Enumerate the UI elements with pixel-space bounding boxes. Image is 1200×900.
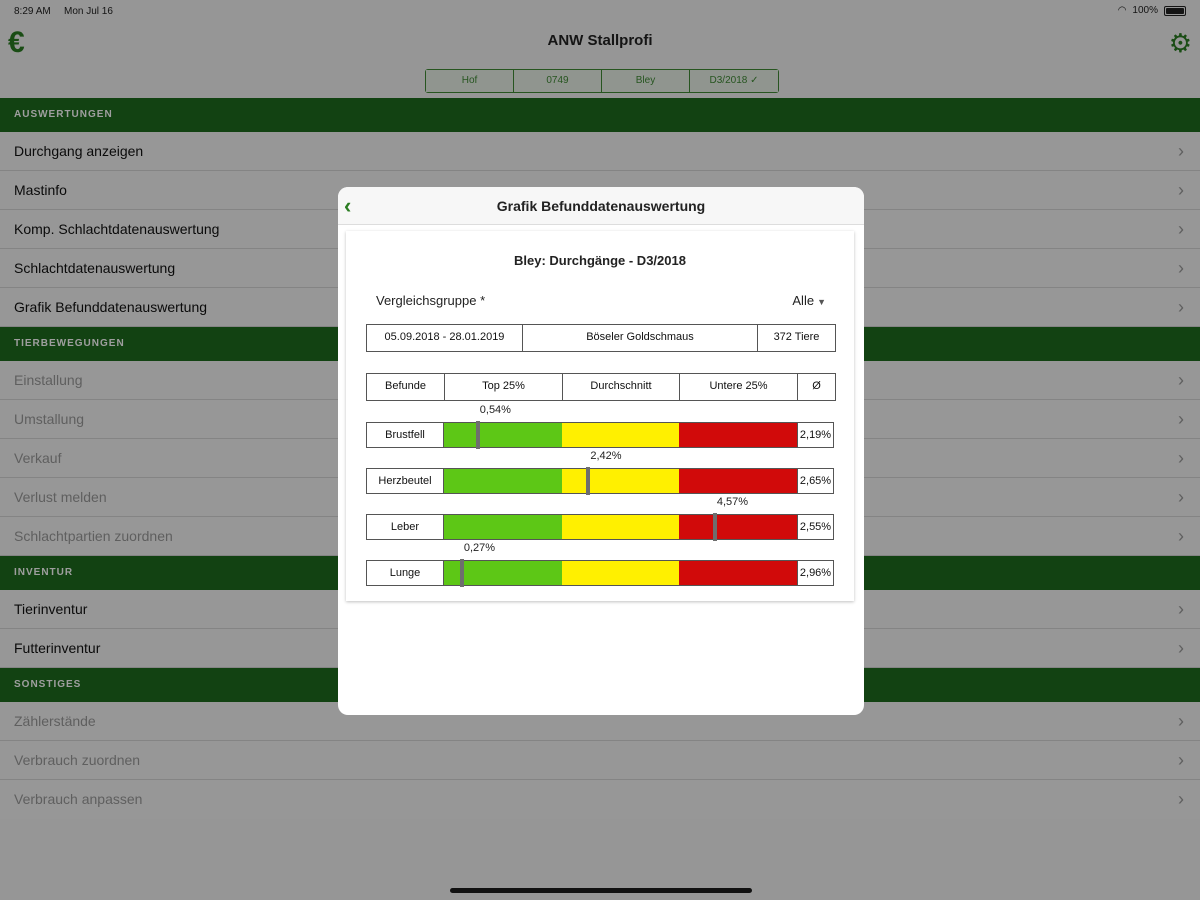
durchschnitt-segment [562,561,679,585]
col-avg: Ø [812,380,821,392]
durchschnitt-segment [562,515,679,539]
value-marker [459,559,464,587]
durchschnitt-segment [562,423,679,447]
befund-row: Herzbeutel 2,42% 2,65% [366,450,834,495]
value-marker [475,421,480,449]
vergleichsgruppe-select[interactable]: Alle ▼ [792,293,826,308]
col-durchschnitt: Durchschnitt [563,374,680,400]
befund-row: Leber 4,57% 2,55% [366,496,834,541]
col-untere25: Untere 25% [680,374,798,400]
value-label: 0,54% [479,404,511,416]
info-row: 05.09.2018 - 28.01.2019 Böseler Goldschm… [366,324,836,352]
befund-row: Lunge 0,27% 2,96% [366,542,834,587]
vergleichsgruppe-label: Vergleichsgruppe * [376,293,486,308]
befund-avg: 2,96% [797,561,833,585]
col-top25: Top 25% [445,374,563,400]
befund-avg: 2,19% [797,423,833,447]
grafik-modal: ‹ Grafik Befunddatenauswertung Bley: Dur… [338,187,864,715]
untere-25-segment [679,561,797,585]
col-befunde: Befunde [367,374,445,400]
info-group: Böseler Goldschmaus [523,325,758,351]
card-title: Bley: Durchgänge - D3/2018 [514,253,686,268]
modal-header: ‹ Grafik Befunddatenauswertung [338,187,864,225]
value-label: 4,57% [716,496,749,508]
modal-title: Grafik Befunddatenauswertung [496,198,706,214]
value-label: 2,42% [590,450,622,462]
untere-25-segment [679,423,797,447]
home-indicator[interactable] [450,888,752,893]
info-period: 05.09.2018 - 28.01.2019 [367,325,523,351]
top-25-segment [444,469,562,493]
befund-bar: 2,42% [444,450,797,495]
befund-label: Herzbeutel [367,469,444,493]
befund-bar: 0,27% [444,542,797,587]
befund-avg: 2,55% [797,515,833,539]
caret-down-icon: ▼ [817,297,826,307]
value-label: 0,27% [463,542,496,554]
befund-avg: 2,65% [797,469,833,493]
untere-25-segment [679,469,797,493]
value-marker [586,467,591,495]
befund-label: Brustfell [367,423,444,447]
befund-label: Lunge [367,561,444,585]
vergleichsgruppe-value: Alle [792,293,815,308]
befund-card: Bley: Durchgänge - D3/2018 Vergleichsgru… [346,231,854,601]
befund-bar: 4,57% [444,496,797,541]
info-animals: 372 Tiere [773,331,820,343]
befund-bar: 0,54% [444,404,797,449]
befund-row: Brustfell 0,54% 2,19% [366,404,834,449]
top-25-segment [444,423,562,447]
top-25-segment [444,515,562,539]
value-marker [712,513,717,541]
befund-label: Leber [367,515,444,539]
durchschnitt-segment [562,469,679,493]
untere-25-segment [679,515,797,539]
table-header: Befunde Top 25% Durchschnitt Untere 25% … [366,373,836,401]
